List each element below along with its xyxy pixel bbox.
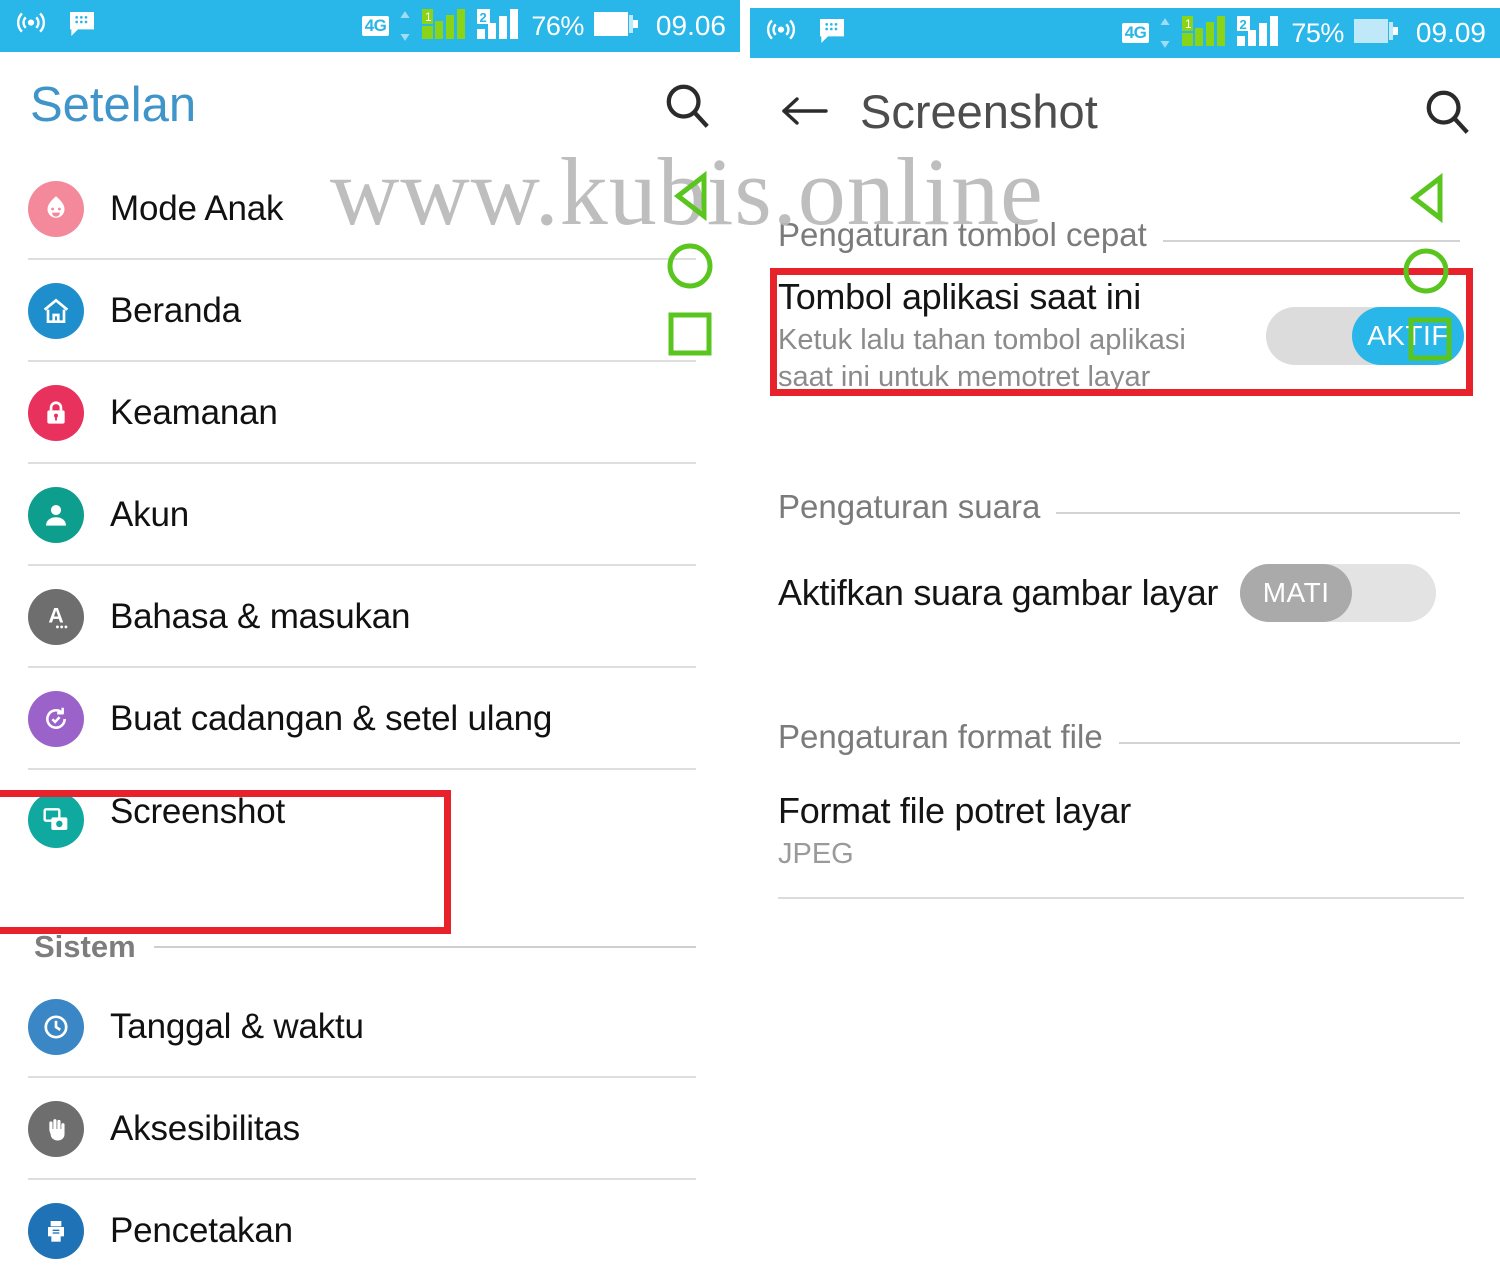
pref-title: Tombol aplikasi saat ini — [778, 276, 1141, 317]
right-phone-panel: 4G 1 2 75% 09.09 Screenshot Pengaturan t… — [750, 0, 1500, 1280]
left-phone-panel: 4G 1 2 76% 09.06 Setelan Mode Anak Beran… — [0, 0, 740, 1280]
pref-title: Format file potret layar — [778, 790, 1131, 832]
section-header-label: Sistem — [34, 929, 136, 964]
settings-row-tanggal-waktu[interactable]: Tanggal & waktu — [0, 976, 740, 1078]
pref-aktifkan-suara-gambar-layar[interactable]: Aktifkan suara gambar layar MATI — [750, 526, 1500, 640]
settings-row-label: Screenshot — [110, 792, 286, 831]
pref-value: JPEG — [778, 838, 854, 871]
settings-row-label: Beranda — [110, 291, 241, 330]
battery-icon — [593, 9, 641, 44]
child-face-icon — [28, 181, 84, 237]
page-title: Setelan — [30, 78, 197, 132]
svg-text:2: 2 — [1240, 17, 1247, 32]
group-header-tombol-cepat: Pengaturan tombol cepat — [750, 202, 1500, 254]
pref-subtitle: Ketuk lalu tahan tombol aplikasi saat in… — [778, 324, 1186, 394]
group-header-rule — [1118, 742, 1460, 745]
broadcast-icon — [764, 14, 798, 53]
panel-separator — [740, 0, 750, 1280]
settings-list: Mode Anak Beranda Keamanan Akun A Bahasa… — [0, 158, 740, 1280]
svg-text:A: A — [48, 604, 63, 628]
clock-label: 09.06 — [655, 10, 726, 41]
chat-bubble-icon — [66, 8, 98, 45]
battery-percent-label: 75% — [1291, 17, 1344, 48]
settings-row-buat-cadangan[interactable]: Buat cadangan & setel ulang — [0, 668, 740, 770]
screenshot-icon — [28, 792, 84, 848]
settings-row-label: Buat cadangan & setel ulang — [110, 699, 553, 738]
printer-icon — [28, 1203, 84, 1259]
status-bar-right: 4G 1 2 75% 09.09 — [750, 8, 1500, 58]
group-header-label: Pengaturan format file — [778, 718, 1103, 756]
search-icon[interactable] — [1420, 84, 1474, 138]
sim2-signal-icon: 2 — [1236, 14, 1282, 53]
app-bar-left: Setelan — [0, 52, 740, 158]
section-header-rule — [153, 946, 696, 948]
settings-row-screenshot[interactable]: Screenshot — [0, 770, 740, 912]
letter-a-icon: A — [28, 589, 84, 645]
home-icon — [28, 283, 84, 339]
settings-row-beranda[interactable]: Beranda — [0, 260, 740, 362]
settings-row-label: Mode Anak — [110, 189, 284, 228]
chat-bubble-icon — [816, 15, 848, 52]
settings-row-label: Akun — [110, 495, 189, 534]
page-title: Screenshot — [860, 84, 1098, 138]
group-header-label: Pengaturan suara — [778, 488, 1041, 526]
status-bar-left: 4G 1 2 76% 09.06 — [0, 0, 740, 52]
pref-title: Aktifkan suara gambar layar — [778, 572, 1219, 614]
settings-row-label: Keamanan — [110, 393, 278, 432]
toggle-tombol-aplikasi[interactable]: AKTIF — [1266, 307, 1464, 366]
settings-row-label: Tanggal & waktu — [110, 1007, 364, 1046]
group-header-label: Pengaturan tombol cepat — [778, 216, 1147, 253]
group-header-format-file: Pengaturan format file — [750, 704, 1500, 756]
settings-row-bahasa-masukan[interactable]: A Bahasa & masukan — [0, 566, 740, 668]
sim1-signal-icon: 1 — [1181, 14, 1227, 53]
group-header-rule — [1162, 240, 1460, 242]
clock-label: 09.09 — [1415, 17, 1486, 48]
search-icon[interactable] — [660, 78, 714, 132]
battery-icon — [1353, 16, 1401, 51]
clock-icon — [28, 999, 84, 1055]
sim1-signal-icon: 1 — [421, 7, 467, 46]
network-type-badge: 4G — [361, 16, 390, 36]
group-header-rule — [1056, 512, 1460, 515]
battery-percent-label: 76% — [531, 10, 584, 41]
section-header-system: Sistem — [0, 912, 740, 976]
settings-row-label: Pencetakan — [110, 1211, 293, 1250]
arrow-back-icon[interactable] — [780, 91, 832, 131]
sim2-signal-icon: 2 — [476, 7, 522, 46]
pref-format-file-potret-layar[interactable]: Format file potret layar JPEG — [750, 756, 1500, 897]
toggle-knob-label: AKTIF — [1352, 307, 1464, 366]
svg-text:2: 2 — [480, 10, 487, 25]
toggle-suara-gambar-layar[interactable]: MATI — [1240, 564, 1437, 623]
hand-icon — [28, 1101, 84, 1157]
person-icon — [28, 487, 84, 543]
settings-row-pencetakan[interactable]: Pencetakan — [0, 1180, 740, 1280]
settings-row-aksesibilitas[interactable]: Aksesibilitas — [0, 1078, 740, 1180]
broadcast-icon — [14, 7, 48, 46]
lock-icon — [28, 385, 84, 441]
group-header-pengaturan-suara: Pengaturan suara — [750, 474, 1500, 526]
dual-screenshot-figure: 4G 1 2 76% 09.06 Setelan Mode Anak Beran… — [0, 0, 1500, 1280]
toggle-knob-label: MATI — [1240, 564, 1353, 623]
settings-row-label: Bahasa & masukan — [110, 597, 411, 636]
app-bar-right: Screenshot — [750, 58, 1500, 164]
data-transfer-arrows-icon — [1158, 17, 1172, 49]
pref-divider — [778, 897, 1464, 900]
data-transfer-arrows-icon — [398, 10, 412, 42]
settings-row-mode-anak[interactable]: Mode Anak — [0, 158, 740, 260]
settings-row-keamanan[interactable]: Keamanan — [0, 362, 740, 464]
svg-text:1: 1 — [425, 10, 432, 24]
svg-text:1: 1 — [1185, 17, 1192, 31]
network-type-badge: 4G — [1121, 23, 1150, 43]
settings-row-akun[interactable]: Akun — [0, 464, 740, 566]
backup-reset-icon — [28, 691, 84, 747]
settings-row-label: Aksesibilitas — [110, 1109, 300, 1148]
pref-tombol-aplikasi-saat-ini[interactable]: Tombol aplikasi saat ini Ketuk lalu taha… — [750, 254, 1500, 414]
